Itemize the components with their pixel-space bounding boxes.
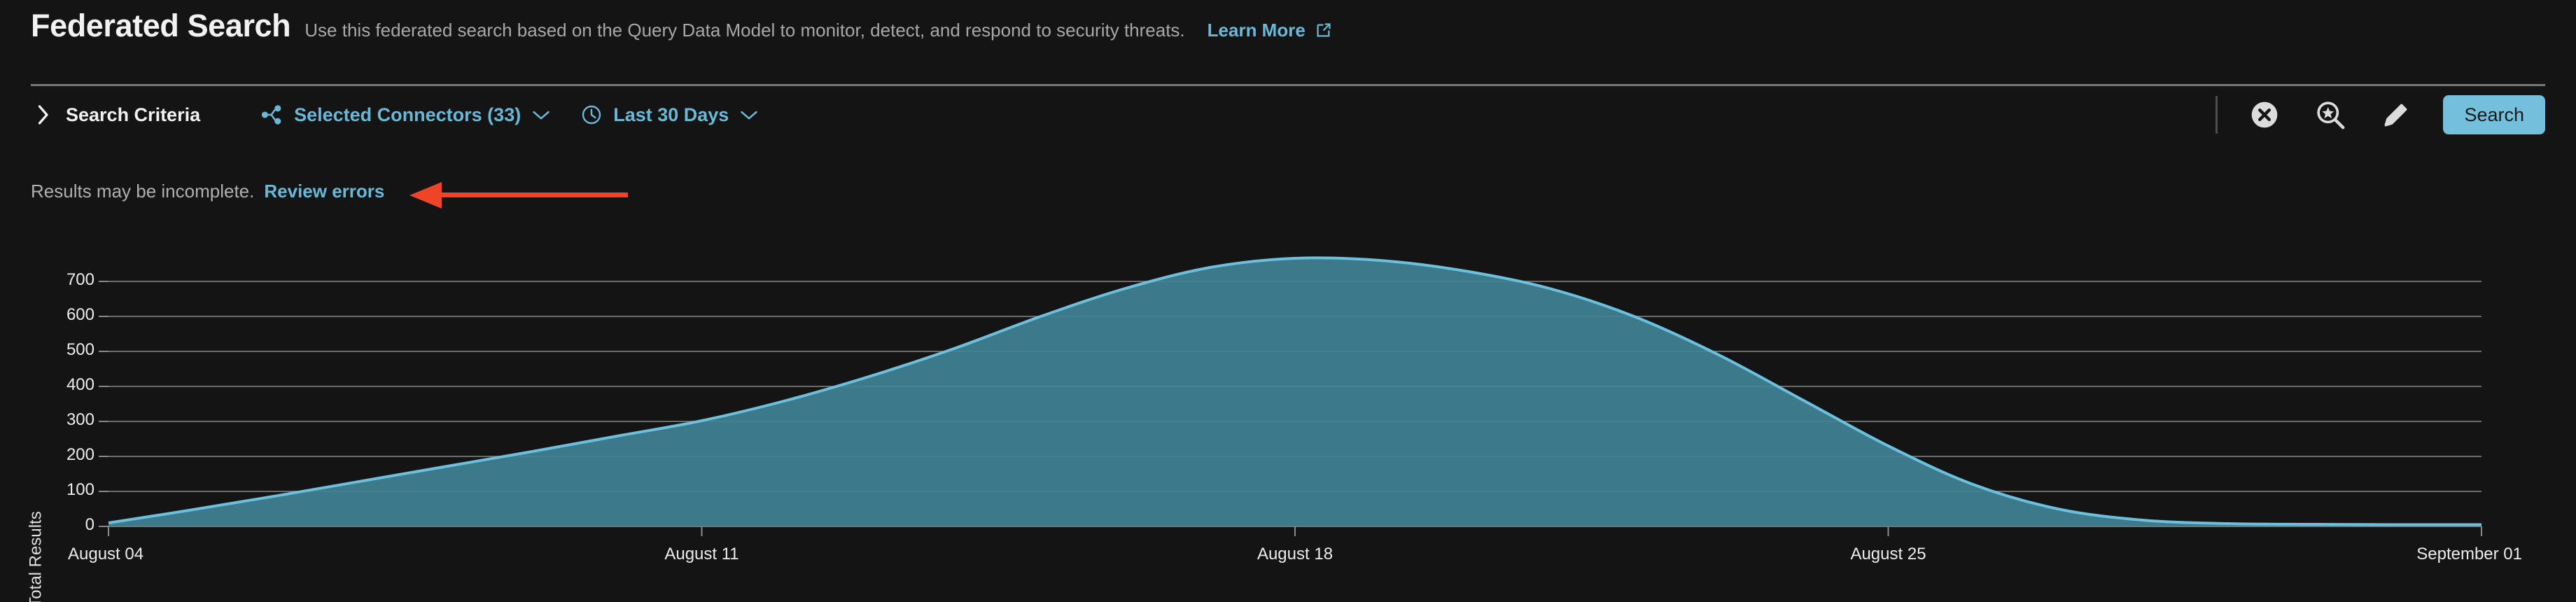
- x-tick-label: August 11: [664, 545, 739, 564]
- chart-x-tick-marks: [108, 526, 2482, 536]
- search-criteria-label[interactable]: Search Criteria: [66, 104, 200, 126]
- x-tick-label: September 01: [2416, 545, 2522, 564]
- toolbar-actions-group: Search: [2216, 95, 2545, 134]
- y-tick-label: 700: [66, 270, 94, 289]
- y-tick-label: 200: [66, 445, 94, 464]
- pencil-icon[interactable]: [2377, 96, 2415, 134]
- chevron-down-icon: [532, 106, 550, 124]
- circle-x-icon[interactable]: [2246, 96, 2283, 134]
- y-tick-label: 400: [66, 375, 94, 394]
- selected-connectors-label: Selected Connectors (33): [294, 104, 522, 125]
- chart-y-tick-marks: [99, 281, 108, 527]
- chevron-down-icon: [740, 106, 758, 124]
- search-button[interactable]: Search: [2443, 95, 2545, 134]
- y-tick-label: 0: [85, 515, 94, 534]
- connector-nodes-icon: [260, 103, 284, 127]
- chevron-right-icon[interactable]: [31, 103, 55, 127]
- x-tick-label: August 25: [1850, 545, 1926, 564]
- x-tick-label: August 04: [68, 545, 144, 564]
- y-tick-label: 300: [66, 410, 94, 429]
- results-status-row: Results may be incomplete. Review errors: [31, 181, 384, 202]
- chart-area-fill: [108, 258, 2482, 526]
- external-link-icon: [1314, 21, 1333, 40]
- search-toolbar: Search Criteria Selected Connectors (33): [31, 94, 2545, 136]
- page-title: Federated Search: [31, 8, 291, 43]
- clock-icon: [580, 103, 603, 127]
- magnifier-star-icon[interactable]: [2311, 96, 2349, 134]
- results-status-message: Results may be incomplete.: [31, 181, 255, 202]
- toolbar-left-group: Search Criteria Selected Connectors (33): [31, 103, 788, 127]
- learn-more-link[interactable]: Learn More: [1208, 20, 1306, 41]
- header-divider: [31, 84, 2545, 86]
- page-subtitle: Use this federated search based on the Q…: [304, 20, 1185, 41]
- time-range-dropdown[interactable]: Last 30 Days: [580, 103, 758, 127]
- federated-search-page: Federated Search Use this federated sear…: [0, 0, 2576, 602]
- x-tick-label: August 18: [1256, 545, 1334, 564]
- page-header: Federated Search Use this federated sear…: [31, 10, 1333, 41]
- toolbar-divider: [2216, 96, 2218, 134]
- red-arrow-annotation: [410, 179, 634, 215]
- learn-more-group[interactable]: Learn More: [1208, 20, 1333, 41]
- selected-connectors-dropdown[interactable]: Selected Connectors (33): [260, 103, 550, 127]
- y-tick-label: 600: [66, 305, 94, 324]
- y-tick-label: 500: [66, 340, 94, 359]
- time-range-label: Last 30 Days: [613, 104, 729, 125]
- y-tick-label: 100: [66, 480, 94, 499]
- review-errors-link[interactable]: Review errors: [264, 181, 384, 202]
- results-area-chart: Total Results Weeks 01002003004005006007…: [0, 231, 2576, 602]
